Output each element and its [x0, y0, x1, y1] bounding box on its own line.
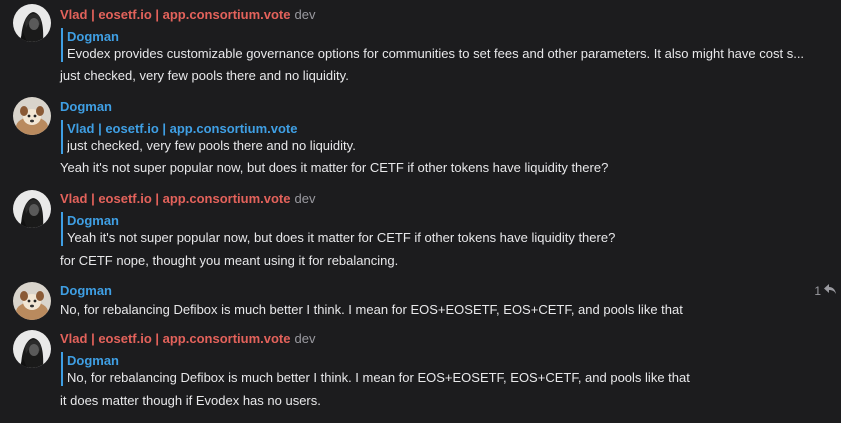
author-tag: dev [294, 331, 316, 346]
message-text: No, for rebalancing Defibox is much bett… [60, 302, 683, 317]
reply-text: Yeah it's not super popular now, but doe… [67, 230, 616, 245]
reply-text: just checked, very few pools there and n… [67, 138, 356, 153]
author-name[interactable]: Dogman [60, 99, 112, 114]
reply-text: Evodex provides customizable governance … [67, 46, 805, 61]
message-item[interactable]: Vlad | eosetf.io | app.consortium.vote de… [0, 182, 841, 274]
reply-quote[interactable]: Dogman No, for rebalancing Defibox is mu… [61, 352, 836, 386]
dogman-avatar[interactable] [13, 282, 51, 320]
reply-quote[interactable]: Vlad | eosetf.io | app.consortium.vote j… [61, 120, 836, 154]
author-name[interactable]: Vlad | eosetf.io | app.consortium.vote [60, 191, 290, 206]
reply-count: 1 [814, 283, 821, 298]
message-item[interactable]: Vlad | eosetf.io | app.consortium.vote de… [0, 324, 841, 423]
message-text: it does matter though if Evodex has no u… [60, 393, 321, 408]
author-tag: dev [294, 191, 316, 206]
message-text: just checked, very few pools there and n… [60, 68, 349, 83]
reply-author: Dogman [67, 213, 119, 228]
message-text: Yeah it's not super popular now, but doe… [60, 160, 609, 175]
vlad-avatar[interactable] [13, 330, 51, 368]
dogman-avatar[interactable] [13, 97, 51, 135]
message-item[interactable]: Vlad | eosetf.io | app.consortium.vote de… [0, 0, 841, 92]
reply-count-button[interactable]: 1 [814, 283, 837, 298]
vlad-avatar[interactable] [13, 4, 51, 42]
message-text: for CETF nope, thought you meant using i… [60, 253, 399, 268]
message-item[interactable]: Dogman Vlad | eosetf.io | app.consortium… [0, 92, 841, 182]
vlad-avatar[interactable] [13, 190, 51, 228]
reply-quote[interactable]: Dogman Evodex provides customizable gove… [61, 28, 836, 62]
reply-author: Dogman [67, 353, 119, 368]
reply-author: Dogman [67, 29, 119, 44]
reply-author: Vlad | eosetf.io | app.consortium.vote [67, 121, 298, 136]
chat-message-list: Vlad | eosetf.io | app.consortium.vote de… [0, 0, 841, 423]
message-item[interactable]: Dogman 1 No, for rebalancing Defibox is … [0, 274, 841, 324]
author-name[interactable]: Dogman [60, 283, 112, 298]
reply-quote[interactable]: Dogman Yeah it's not super popular now, … [61, 212, 836, 246]
reply-text: No, for rebalancing Defibox is much bett… [67, 370, 690, 385]
author-tag: dev [294, 7, 316, 22]
author-name[interactable]: Vlad | eosetf.io | app.consortium.vote [60, 7, 290, 22]
author-name[interactable]: Vlad | eosetf.io | app.consortium.vote [60, 331, 290, 346]
reply-arrow-icon [823, 283, 837, 298]
